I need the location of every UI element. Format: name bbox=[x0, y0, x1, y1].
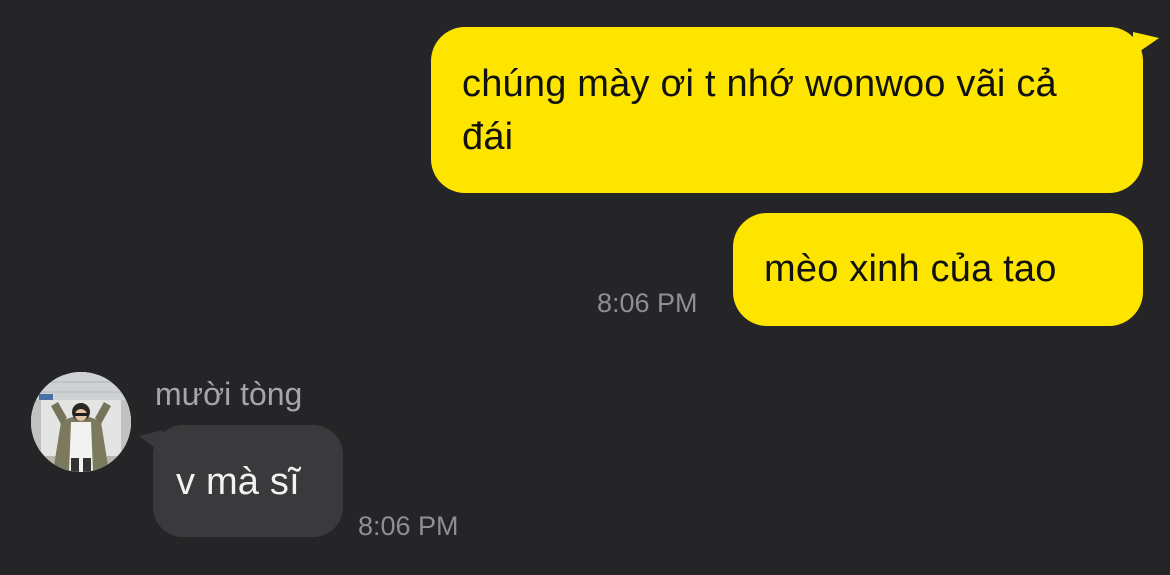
incoming-message-bubble[interactable]: v mà sĩ bbox=[139, 425, 343, 537]
sender-avatar[interactable] bbox=[31, 372, 131, 472]
bubble-tail bbox=[1133, 32, 1159, 56]
message-timestamp: 8:06 PM bbox=[358, 511, 459, 541]
chat-area: chúng mày ơi t nhớ wonwoo vãi cả đái 8:0… bbox=[0, 0, 1170, 575]
sender-name: mười tòng bbox=[155, 376, 303, 412]
outgoing-message-bubble[interactable]: chúng mày ơi t nhớ wonwoo vãi cả đái bbox=[431, 27, 1159, 193]
message-text: chúng mày ơi t nhớ wonwoo vãi cả đái bbox=[462, 63, 1057, 158]
message-text: v mà sĩ bbox=[176, 461, 300, 503]
bubble-tail bbox=[139, 430, 163, 454]
outgoing-message-bubble[interactable]: mèo xinh của tao bbox=[733, 213, 1143, 326]
message-timestamp: 8:06 PM bbox=[597, 288, 698, 318]
message-text: mèo xinh của tao bbox=[764, 248, 1057, 290]
user-photo-avatar-icon bbox=[31, 372, 131, 472]
